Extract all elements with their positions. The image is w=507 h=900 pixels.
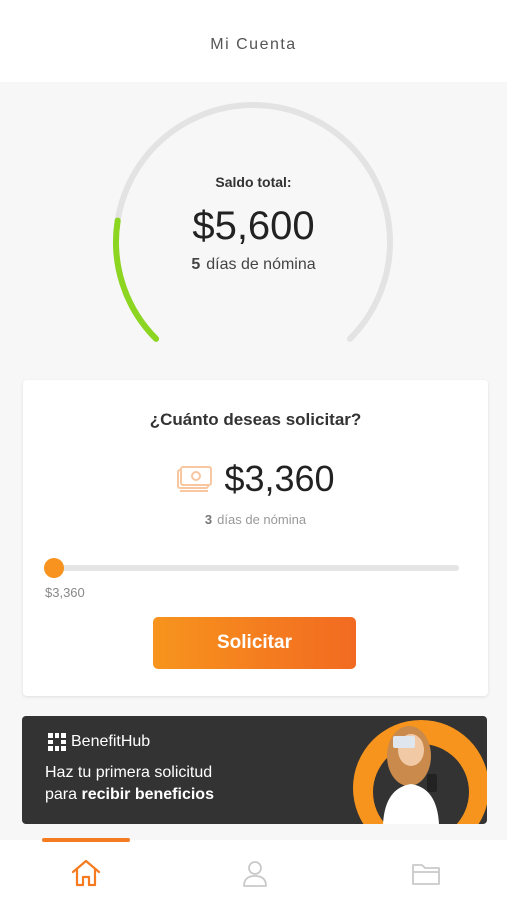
- brand-name: BenefitHub: [71, 733, 151, 750]
- request-amount-row: $3,360: [23, 458, 488, 500]
- amount-slider-track[interactable]: [53, 565, 459, 571]
- balance-days-label: días de nómina: [206, 256, 316, 273]
- balance-label: Saldo total:: [215, 174, 292, 190]
- bottom-nav: [0, 838, 507, 900]
- solicitar-button[interactable]: Solicitar: [153, 617, 356, 669]
- slider-min-label: $3,360: [45, 585, 85, 600]
- app-header: Mi Cuenta: [0, 0, 507, 82]
- promo-banner[interactable]: BenefitHub Haz tu primera solicitud para…: [22, 716, 487, 824]
- brand-logo: BenefitHub: [47, 732, 150, 752]
- promo-person-image: [353, 720, 487, 824]
- promo-line-2-prefix: para: [45, 786, 82, 803]
- nav-profile[interactable]: [237, 856, 273, 890]
- balance-days: 5 días de nómina: [0, 256, 507, 274]
- money-icon: [177, 466, 213, 492]
- request-days-count: 3: [204, 512, 213, 527]
- balance-gauge: Saldo total: $5,600 5 días de nómina: [0, 82, 507, 382]
- request-question: ¿Cuánto deseas solicitar?: [149, 410, 362, 429]
- request-card: ¿Cuánto deseas solicitar? $3,360 3 días d…: [23, 380, 488, 696]
- home-icon: [71, 859, 101, 887]
- request-days-label: días de nómina: [217, 512, 307, 527]
- page-title: Mi Cuenta: [210, 36, 297, 53]
- request-days: 3 días de nómina: [23, 512, 488, 527]
- promo-line-2: para recibir beneficios: [45, 784, 214, 806]
- request-amount: $3,360: [224, 458, 335, 499]
- balance-amount: $5,600: [192, 204, 315, 248]
- balance-days-count: 5: [191, 256, 201, 273]
- nav-home[interactable]: [68, 856, 104, 890]
- folder-icon: [412, 864, 440, 885]
- amount-slider-thumb[interactable]: [44, 558, 64, 578]
- promo-text: Haz tu primera solicitud para recibir be…: [45, 762, 214, 806]
- nav-documents[interactable]: [408, 856, 444, 890]
- promo-line-2-bold: recibir beneficios: [81, 786, 214, 803]
- promo-line-1: Haz tu primera solicitud: [45, 764, 213, 781]
- user-icon: [243, 861, 267, 887]
- active-tab-indicator: [42, 838, 130, 842]
- benefithub-logo-icon: [48, 733, 66, 751]
